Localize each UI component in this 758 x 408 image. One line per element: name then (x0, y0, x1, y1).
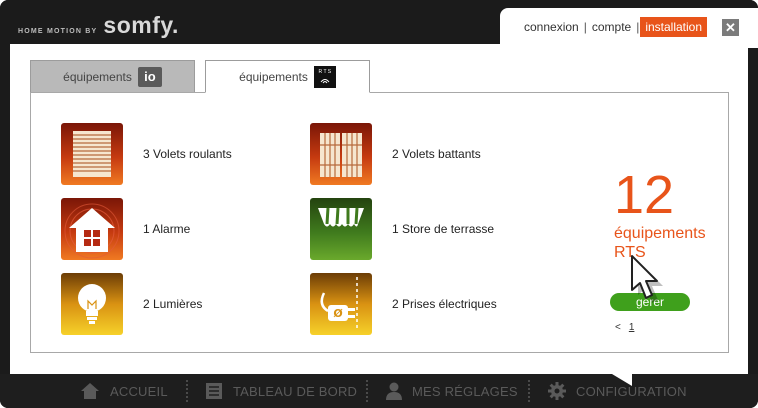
nav-label: MES RÉGLAGES (412, 383, 518, 399)
user-icon (386, 382, 402, 400)
device-swing-shutters[interactable]: 2 Volets battants (310, 123, 481, 185)
svg-text:Ø: Ø (333, 307, 343, 320)
nav-label: ACCUEIL (110, 383, 168, 399)
devices-panel: 3 Volets roulants 2 Volets battants 1 Al… (30, 92, 729, 353)
prev-page-button[interactable]: < (615, 322, 621, 333)
tab-label: équipements (63, 70, 132, 84)
nav-separator (366, 380, 368, 402)
device-label: 1 Alarme (143, 222, 191, 236)
top-navigation: connexion | compte | installation (520, 16, 708, 38)
device-label: 1 Store de terrasse (392, 222, 495, 236)
somfy-logo: HOME MOTION BY somfy. (18, 12, 179, 39)
awning-icon (310, 198, 372, 260)
device-label: 3 Volets roulants (143, 147, 232, 161)
connexion-link[interactable]: connexion (520, 20, 583, 34)
dashboard-icon (206, 383, 222, 399)
device-alarm[interactable]: 1 Alarme (61, 198, 190, 260)
tab-equipements-rts[interactable]: équipements R T S (205, 60, 370, 93)
nav-tableau-de-bord[interactable]: TABLEAU DE BORD (205, 374, 357, 408)
device-terrace-awning[interactable]: 1 Store de terrasse (310, 198, 494, 260)
device-label: 2 Prises électriques (392, 297, 497, 311)
roller-shutter-icon (61, 123, 123, 185)
close-button[interactable]: ✕ (722, 19, 739, 36)
equipment-summary: 12 équipements RTS (614, 165, 706, 262)
brand-tagline: HOME MOTION BY (18, 28, 98, 35)
main-content: équipements io équipements R T S 3 Volet… (10, 44, 748, 374)
plug-icon: Ø (310, 273, 372, 335)
nav-separator (186, 380, 188, 402)
compte-link[interactable]: compte (588, 20, 635, 34)
device-roller-shutters[interactable]: 3 Volets roulants (61, 123, 232, 185)
alarm-house-icon (61, 198, 123, 260)
device-electric-plugs[interactable]: Ø 2 Prises électriques (310, 273, 497, 335)
equipment-count: 12 (614, 165, 675, 225)
nav-accueil[interactable]: ACCUEIL (80, 374, 168, 408)
installation-link[interactable]: installation (640, 17, 708, 37)
nav-mes-reglages[interactable]: MES RÉGLAGES (386, 374, 518, 408)
nav-label: CONFIGURATION (576, 383, 687, 399)
nav-label: TABLEAU DE BORD (233, 383, 358, 399)
tab-equipements-io[interactable]: équipements io (30, 60, 195, 93)
swing-shutter-icon (310, 123, 372, 185)
device-label: 2 Volets battants (392, 147, 481, 161)
light-bulb-icon (61, 273, 123, 335)
device-label: 2 Lumières (143, 297, 203, 311)
io-badge-icon: io (137, 67, 162, 87)
rts-badge-icon: R T S (313, 65, 336, 88)
tab-label: équipements (239, 69, 308, 84)
nav-separator (528, 380, 530, 402)
device-lights[interactable]: 2 Lumières (61, 273, 202, 335)
app-window: HOME MOTION BY somfy. connexion | compte… (0, 0, 758, 408)
page-number-link[interactable]: 1 (629, 322, 635, 333)
nav-configuration[interactable]: CONFIGURATION (548, 374, 687, 408)
pagination: < 1 (615, 322, 634, 333)
rts-signal-icon (320, 78, 330, 83)
equipment-count-label-line1: équipements (614, 225, 706, 242)
mouse-pointer-icon (631, 255, 663, 303)
home-icon (81, 383, 99, 399)
brand-name: somfy. (103, 12, 179, 38)
gear-icon (548, 382, 566, 400)
